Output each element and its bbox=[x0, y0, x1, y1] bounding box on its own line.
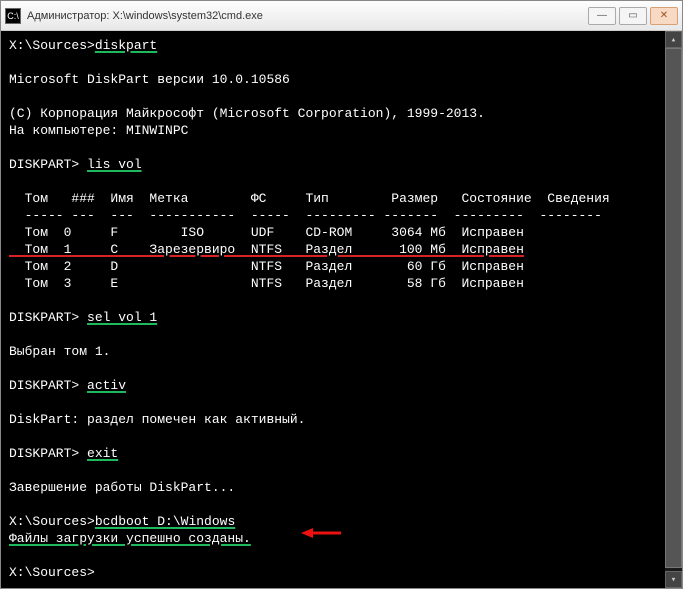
output-success: Файлы загрузки успешно созданы. bbox=[9, 531, 251, 546]
table-header: Том ### Имя Метка ФС Тип Размер Состояни… bbox=[9, 191, 610, 206]
cmd-activ: activ bbox=[87, 378, 126, 393]
titlebar[interactable]: C:\ Администратор: X:\windows\system32\c… bbox=[1, 1, 682, 31]
terminal-area: X:\Sources>diskpart Microsoft DiskPart в… bbox=[1, 31, 682, 588]
computer-line: На компьютере: MINWINPC bbox=[9, 123, 188, 138]
scrollbar[interactable]: ▴ ▾ bbox=[665, 31, 682, 588]
table-separator: ----- --- --- ----------- ----- --------… bbox=[9, 208, 602, 223]
scroll-down-button[interactable]: ▾ bbox=[665, 571, 682, 588]
prompt: X:\Sources> bbox=[9, 514, 95, 529]
close-button[interactable]: ✕ bbox=[650, 7, 678, 25]
diskpart-prompt: DISKPART> bbox=[9, 157, 87, 172]
output-line: DiskPart: раздел помечен как активный. bbox=[9, 412, 305, 427]
minimize-button[interactable]: — bbox=[588, 7, 616, 25]
table-row: Том 3 E NTFS Раздел 58 Гб Исправен bbox=[9, 276, 524, 291]
prompt: X:\Sources> bbox=[9, 38, 95, 53]
window-title: Администратор: X:\windows\system32\cmd.e… bbox=[27, 10, 588, 22]
output-line: Завершение работы DiskPart... bbox=[9, 480, 235, 495]
table-row-selected: Том 1 C Зарезервиро NTFS Раздел 100 Мб И… bbox=[9, 242, 524, 257]
scroll-thumb[interactable] bbox=[665, 48, 682, 568]
scroll-track[interactable] bbox=[665, 48, 682, 571]
terminal-output[interactable]: X:\Sources>diskpart Microsoft DiskPart в… bbox=[1, 31, 665, 588]
cmd-window: C:\ Администратор: X:\windows\system32\c… bbox=[0, 0, 683, 589]
diskpart-prompt: DISKPART> bbox=[9, 378, 87, 393]
version-line: Microsoft DiskPart версии 10.0.10586 bbox=[9, 72, 290, 87]
diskpart-prompt: DISKPART> bbox=[9, 310, 87, 325]
table-row: Том 2 D NTFS Раздел 60 Гб Исправен bbox=[9, 259, 524, 274]
cmd-exit: exit bbox=[87, 446, 118, 461]
annotation-arrow-icon bbox=[301, 526, 341, 540]
window-controls: — ▭ ✕ bbox=[588, 7, 678, 25]
prompt: X:\Sources> bbox=[9, 565, 95, 580]
scroll-up-button[interactable]: ▴ bbox=[665, 31, 682, 48]
table-row: Том 0 F ISO UDF CD-ROM 3064 Мб Исправен bbox=[9, 225, 524, 240]
diskpart-prompt: DISKPART> bbox=[9, 446, 87, 461]
copyright-line: (C) Корпорация Майкрософт (Microsoft Cor… bbox=[9, 106, 485, 121]
cmd-bcdboot: bcdboot D:\Windows bbox=[95, 514, 235, 529]
output-line: Выбран том 1. bbox=[9, 344, 110, 359]
maximize-button[interactable]: ▭ bbox=[619, 7, 647, 25]
cmd-sel-vol: sel vol 1 bbox=[87, 310, 157, 325]
cmd-lis-vol: lis vol bbox=[87, 157, 142, 172]
cmd-icon: C:\ bbox=[5, 8, 21, 24]
cmd-diskpart: diskpart bbox=[95, 38, 157, 53]
